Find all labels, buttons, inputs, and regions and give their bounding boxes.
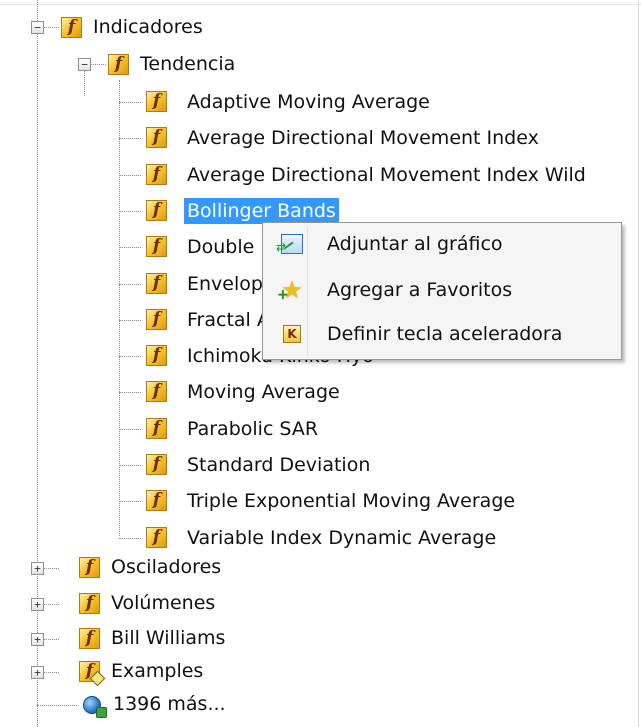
tree-item-label: Parabolic SAR (187, 418, 319, 440)
tree-node-label: Bill Williams (111, 627, 226, 649)
tree-item-label: Average Directional Movement Index Wild (187, 164, 586, 186)
globe-download-icon (83, 696, 107, 718)
tree-item-standard-deviation[interactable]: f Standard Deviation (0, 451, 641, 481)
hotkey-icon: K (283, 325, 301, 343)
tree-item-label: Variable Index Dynamic Average (187, 527, 497, 549)
tree-node-bill-williams[interactable]: + f Bill Williams (0, 625, 300, 655)
function-icon: f (108, 54, 129, 75)
tree-hline (119, 392, 141, 393)
tree-item-average-directional-movement-index[interactable]: f Average Directional Movement Index (0, 124, 641, 154)
attach-chart-icon (276, 234, 303, 254)
tree-node-tendencia[interactable]: − f Tendencia (0, 51, 300, 81)
function-icon: f (146, 345, 167, 366)
tree-item-moving-average[interactable]: f Moving Average (0, 378, 641, 408)
tree-hline (119, 429, 141, 430)
panel-top-border (0, 4, 641, 5)
tree-hline (119, 284, 141, 285)
tree-hline (119, 465, 141, 466)
function-icon: f (79, 557, 100, 578)
tree-item-label: Average Directional Movement Index (187, 127, 539, 149)
tree-hline (119, 320, 141, 321)
tree-hline (119, 175, 141, 176)
tree-item-label: Standard Deviation (187, 454, 371, 476)
menu-item-add-favorites[interactable]: ★ Agregar a Favoritos (267, 273, 615, 307)
function-icon: f (146, 527, 167, 548)
tree-item-label: Moving Average (187, 381, 340, 403)
tree-node-label: Volúmenes (111, 592, 216, 614)
tree-item-variable-index-dynamic-average[interactable]: f Variable Index Dynamic Average (0, 524, 641, 554)
tree-node-label: Indicadores (93, 16, 203, 38)
function-icon: f (146, 381, 167, 402)
tree-item-parabolic-sar[interactable]: f Parabolic SAR (0, 415, 641, 445)
tree-hline (119, 356, 141, 357)
function-icon: f (146, 91, 167, 112)
function-icon: f (146, 236, 167, 257)
tree-node-label: Tendencia (140, 53, 236, 75)
expand-icon[interactable]: + (31, 666, 44, 679)
function-icon: f (146, 164, 167, 185)
tree-hline (119, 211, 141, 212)
menu-item-attach-to-chart[interactable]: Adjuntar al gráfico (267, 227, 615, 261)
function-icon: f (61, 17, 82, 38)
expand-icon[interactable]: + (31, 633, 44, 646)
tree-item-label: Triple Exponential Moving Average (187, 490, 516, 512)
tree-hline (119, 538, 141, 539)
tree-hline (119, 102, 141, 103)
function-icon: f (146, 200, 167, 221)
function-icon: f (146, 127, 167, 148)
expand-icon[interactable]: + (31, 598, 44, 611)
collapse-icon[interactable]: − (78, 58, 91, 71)
collapse-icon[interactable]: − (31, 21, 44, 34)
tree-item-adaptive-moving-average[interactable]: f Adaptive Moving Average (0, 88, 641, 118)
expand-icon[interactable]: + (31, 562, 44, 575)
tree-node-label: Osciladores (111, 556, 222, 578)
function-icon: f (146, 309, 167, 330)
tree-item-triple-exponential-moving-average[interactable]: f Triple Exponential Moving Average (0, 487, 641, 517)
tree-node-osciladores[interactable]: + f Osciladores (0, 554, 300, 584)
menu-item-label: Adjuntar al gráfico (327, 233, 503, 255)
tree-node-vol-menes[interactable]: + f Volúmenes (0, 590, 300, 620)
tree-item-label: Bollinger Bands (184, 198, 339, 224)
tree-hline (119, 501, 141, 502)
menu-item-label: Agregar a Favoritos (327, 279, 513, 301)
tree-node-indicadores[interactable]: − f Indicadores (0, 14, 300, 44)
tree-node-examples[interactable]: + f Examples (0, 658, 300, 688)
context-menu: Adjuntar al gráfico ★ Agregar a Favorito… (262, 222, 622, 360)
add-favorite-star-icon: ★ (277, 278, 303, 302)
tree-node-label: Examples (111, 660, 204, 682)
function-icon: f (79, 661, 100, 682)
menu-item-label: Definir tecla aceleradora (327, 323, 563, 345)
tree-item-label: Adaptive Moving Average (187, 91, 430, 113)
function-icon: f (146, 418, 167, 439)
function-icon: f (79, 593, 100, 614)
function-icon: f (79, 628, 100, 649)
function-icon: f (146, 273, 167, 294)
function-icon: f (146, 490, 167, 511)
tree-node-label: 1396 más... (113, 693, 226, 715)
function-icon: f (146, 454, 167, 475)
tree-item-average-directional-movement-index-wild[interactable]: f Average Directional Movement Index Wild (0, 161, 641, 191)
tree-hline (119, 247, 141, 248)
menu-item-define-hotkey[interactable]: K Definir tecla aceleradora (267, 317, 615, 351)
tree-node-more[interactable]: 1396 más... (0, 691, 300, 721)
tree-hline (37, 705, 77, 706)
tree-hline (119, 138, 141, 139)
